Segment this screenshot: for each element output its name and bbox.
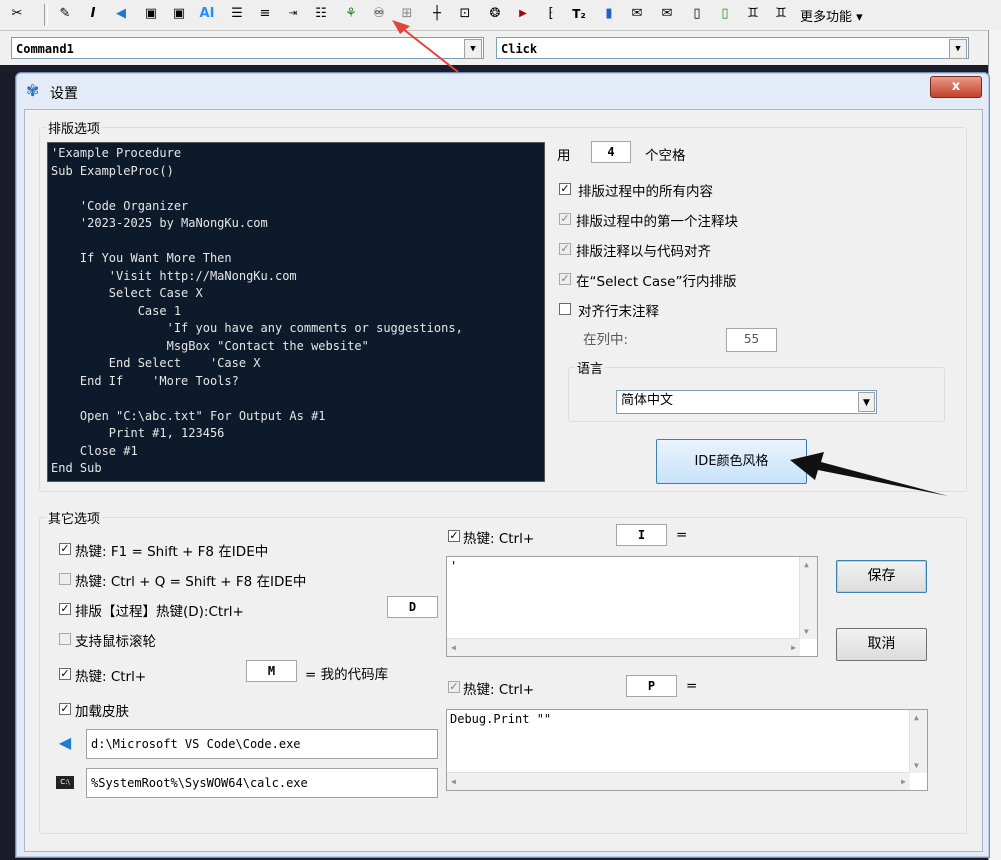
annotation-arrows xyxy=(392,20,948,496)
red-arrow xyxy=(397,24,459,73)
black-arrow xyxy=(790,452,948,496)
